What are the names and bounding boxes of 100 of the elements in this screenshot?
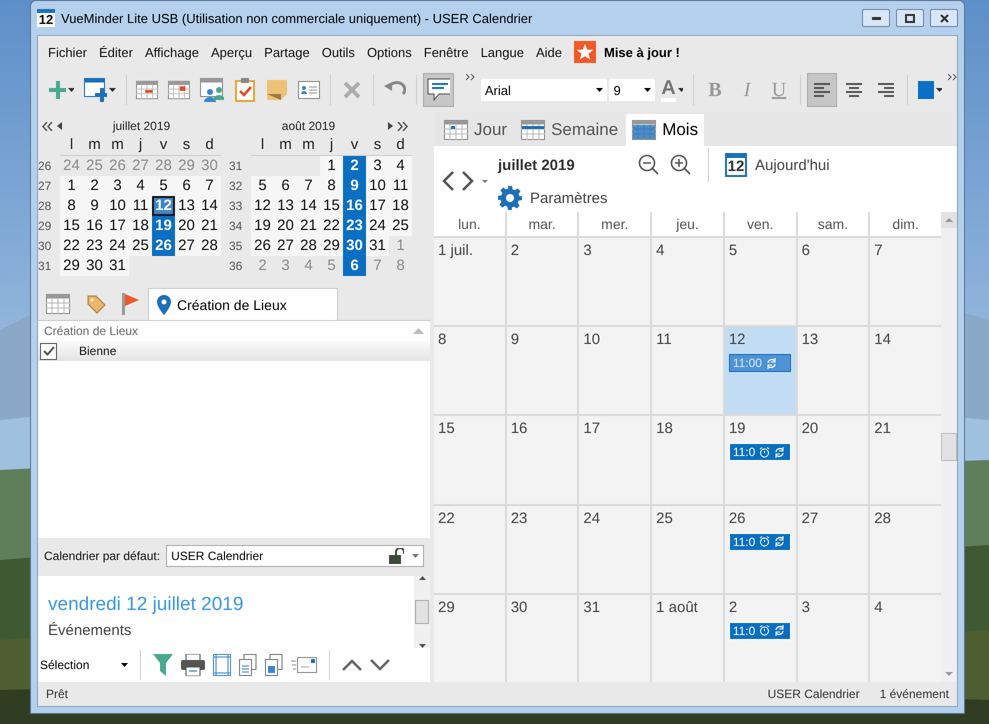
scrollbar[interactable]	[941, 212, 957, 682]
event-chip[interactable]: 11:0	[728, 532, 791, 551]
menu-item[interactable]: Éditer	[93, 44, 139, 60]
calendar-day[interactable]: 19	[251, 216, 274, 236]
calendar-day[interactable]: 10	[366, 176, 389, 196]
day-cell[interactable]: 11	[652, 327, 723, 414]
calendar-day[interactable]: 13	[175, 196, 198, 216]
day-cell[interactable]: 20	[798, 416, 868, 504]
calendar-day[interactable]: 2	[83, 176, 106, 196]
align-left-button[interactable]	[806, 73, 837, 107]
calendar-day[interactable]: 3	[366, 156, 389, 176]
unlock-icon[interactable]	[388, 548, 404, 564]
calendar-day[interactable]: 30	[343, 236, 366, 256]
calendar-day[interactable]: 20	[274, 216, 297, 236]
day-cell[interactable]: 6	[798, 238, 868, 326]
checkbox[interactable]	[40, 342, 57, 360]
calendar-day[interactable]: 19	[152, 216, 175, 236]
next-month-icon[interactable]	[388, 122, 393, 130]
day-cell[interactable]: 26 11:0	[724, 506, 796, 593]
calendar-day[interactable]: 31	[366, 236, 389, 256]
day-cell[interactable]: 1 juil.	[434, 238, 505, 326]
day-cell[interactable]: 13	[798, 327, 868, 414]
calendar-day[interactable]: 14	[198, 196, 221, 216]
today-button[interactable]: 12 Aujourd'hui	[725, 153, 830, 177]
day-cell[interactable]: 28	[870, 506, 941, 593]
day-cell[interactable]: 12 11:00	[724, 327, 796, 414]
previous-icon[interactable]	[442, 171, 454, 191]
calendar-day[interactable]: 6	[274, 176, 297, 196]
menu-item[interactable]: Options	[360, 44, 418, 60]
calendar-day[interactable]: 16	[343, 196, 366, 216]
calendar-day[interactable]: 3	[106, 176, 129, 196]
calendar-day[interactable]: 28	[198, 236, 221, 256]
maximize-button[interactable]	[896, 9, 924, 27]
menu-item[interactable]: Affichage	[138, 44, 205, 60]
day-cell[interactable]: 10	[579, 327, 650, 414]
scrollbar-thumb[interactable]	[941, 433, 957, 461]
location-tab[interactable]: Création de Lieux	[148, 288, 338, 320]
email-icon[interactable]	[291, 657, 317, 673]
menu-item[interactable]: Outils	[316, 44, 361, 60]
previous-month-icon[interactable]	[57, 122, 62, 130]
menu-item[interactable]: Aperçu	[204, 44, 258, 60]
calendar-day[interactable]: 31	[106, 256, 129, 276]
calendar-day[interactable]: 20	[175, 216, 198, 236]
day-cell[interactable]: 19 11:0	[724, 416, 796, 504]
day-cell[interactable]: 17	[579, 416, 650, 504]
calendar-day[interactable]: 6	[175, 176, 198, 196]
font-select[interactable]: Arial	[480, 79, 608, 101]
event-chip[interactable]: 11:0	[728, 443, 791, 462]
calendar-day[interactable]: 12	[251, 196, 274, 216]
menu-item[interactable]: Fenêtre	[418, 44, 475, 60]
calendar-day[interactable]: 18	[389, 196, 412, 216]
day-cell[interactable]: 25	[652, 506, 723, 593]
calendar-day[interactable]: 7	[198, 176, 221, 196]
calendar-day[interactable]: 1	[320, 156, 343, 176]
calendar-day[interactable]: 9	[83, 196, 106, 216]
calendar-day[interactable]: 25	[129, 236, 152, 256]
next-icon[interactable]	[462, 171, 474, 191]
day-cell[interactable]: 3	[798, 594, 868, 682]
day-cell[interactable]: 16	[506, 416, 578, 504]
day-cell[interactable]: 3	[579, 238, 650, 326]
calendar-day[interactable]: 17	[106, 216, 129, 236]
calendar-day[interactable]: 29	[60, 256, 83, 276]
zoom-in-icon[interactable]	[670, 154, 692, 176]
day-cell[interactable]: 15	[434, 416, 505, 504]
day-cell[interactable]: 18	[652, 416, 723, 504]
day-cell[interactable]: 29	[434, 594, 505, 682]
calendar-day[interactable]: 30	[83, 256, 106, 276]
calendar-day[interactable]: 4	[129, 176, 152, 196]
calendar-day[interactable]: 15	[320, 196, 343, 216]
day-cell[interactable]: 9	[506, 327, 578, 414]
calendar-day[interactable]: 25	[389, 216, 412, 236]
calendar-day[interactable]: 16	[83, 216, 106, 236]
calendar-day[interactable]: 7	[297, 176, 320, 196]
calendar-day[interactable]: 14	[297, 196, 320, 216]
calendar-day[interactable]: 24	[366, 216, 389, 236]
day-cell[interactable]: 7	[870, 238, 941, 326]
menu-item[interactable]: Partage	[258, 44, 316, 60]
scrollbar[interactable]	[414, 576, 430, 648]
calendar-day[interactable]: 23	[83, 236, 106, 256]
calendar-day[interactable]: 23	[343, 216, 366, 236]
filter-select[interactable]: Sélection	[40, 653, 128, 677]
day-cell[interactable]: 31	[579, 594, 650, 682]
calendar-day[interactable]: 13	[274, 196, 297, 216]
settings-button[interactable]: Paramètres	[498, 186, 830, 210]
event-chip[interactable]: 11:0	[728, 622, 791, 640]
document-a-icon[interactable]	[265, 654, 283, 676]
calendar-day[interactable]: 26	[251, 236, 274, 256]
day-cell[interactable]: 2	[506, 238, 578, 326]
month-view-tab[interactable]: Mois	[626, 114, 704, 146]
minimize-button[interactable]	[862, 9, 890, 27]
calendar-day[interactable]: 15	[60, 216, 83, 236]
calendar-day[interactable]: 24	[106, 236, 129, 256]
double-right-icon[interactable]	[397, 122, 408, 130]
calendar-day[interactable]: 21	[297, 216, 320, 236]
calendar-day[interactable]: 4	[389, 156, 412, 176]
scrollbar-thumb[interactable]	[415, 600, 429, 624]
day-cell[interactable]: 4	[870, 594, 941, 682]
documents-icon[interactable]	[239, 654, 257, 676]
calendar-day[interactable]: 5	[152, 176, 175, 196]
menu-item[interactable]: Aide	[530, 44, 568, 60]
